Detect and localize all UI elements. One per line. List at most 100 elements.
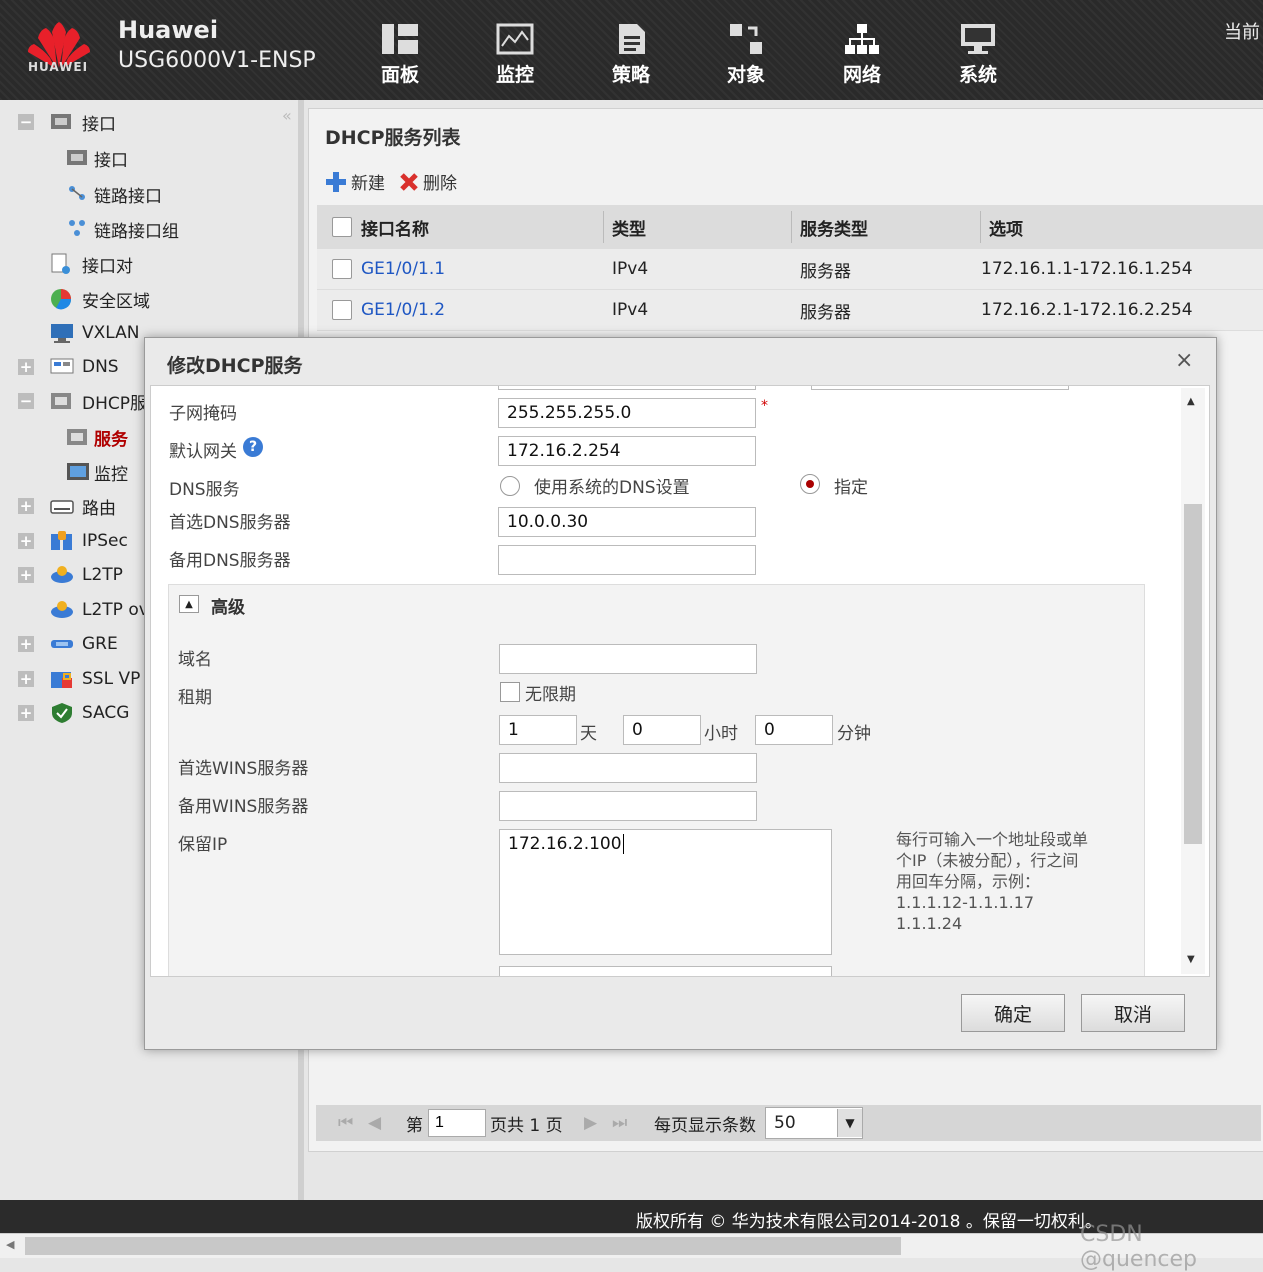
collapse-advanced-icon[interactable]: ▲	[179, 595, 199, 613]
required-mark: *	[761, 398, 768, 414]
dns-system-radio[interactable]	[500, 476, 520, 496]
tree-item-dhcp[interactable]: − DHCP服	[18, 387, 147, 415]
prev-field-input[interactable]	[811, 386, 1069, 390]
panel-title: DHCP服务列表	[325, 127, 461, 149]
horizontal-scrollbar-thumb[interactable]	[25, 1237, 901, 1255]
page-prefix: 第	[406, 1115, 423, 1136]
tree-item-vxlan[interactable]: VXLAN	[50, 319, 139, 347]
system-icon	[961, 24, 995, 54]
chevron-down-icon[interactable]: ▼	[837, 1109, 862, 1137]
expand-icon[interactable]: +	[18, 359, 34, 375]
gre-icon	[50, 633, 74, 655]
tree-item-ssl-vpn[interactable]: + SSL VP	[18, 665, 140, 693]
row-checkbox[interactable]	[332, 300, 352, 320]
scroll-up-icon[interactable]: ▲	[1187, 396, 1195, 407]
nav-network[interactable]: 网络	[827, 22, 897, 87]
scrollbar-thumb[interactable]	[1184, 504, 1202, 844]
interface-name-link[interactable]: GE1/0/1.1	[361, 249, 445, 289]
subnet-mask-input[interactable]: 255.255.255.0	[498, 398, 756, 428]
tree-item-interface-pair[interactable]: 接口对	[50, 250, 133, 278]
unlimited-checkbox[interactable]	[500, 682, 520, 702]
scroll-down-icon[interactable]: ▼	[1187, 954, 1195, 965]
new-button[interactable]: 新建	[325, 169, 385, 194]
reserved-ip-textarea[interactable]: 172.16.2.100	[499, 829, 832, 955]
tree-item-ipsec[interactable]: + IPSec	[18, 527, 128, 555]
per-page-value: 50	[774, 1113, 796, 1133]
ssl-vpn-icon	[50, 668, 74, 690]
tree-item-label: 监控	[94, 464, 128, 485]
tree-item-gre[interactable]: + GRE	[18, 630, 118, 658]
column-header[interactable]: 类型	[612, 205, 646, 249]
tree-item-interface-group[interactable]: − 接口	[18, 108, 116, 136]
default-gateway-input[interactable]: 172.16.2.254	[498, 436, 756, 466]
tree-item-interface[interactable]: 接口	[66, 144, 128, 172]
tree-item-dhcp-service[interactable]: 服务	[66, 423, 128, 451]
tree-item-dns[interactable]: + DNS	[18, 353, 119, 381]
ok-button[interactable]: 确定	[961, 994, 1065, 1032]
first-page-icon[interactable]: ⏮	[338, 1105, 353, 1141]
help-icon[interactable]: ?	[243, 437, 263, 457]
lease-hours-input[interactable]: 0	[623, 715, 701, 745]
days-unit: 天	[580, 724, 597, 744]
next-page-icon[interactable]: ▶	[584, 1105, 597, 1141]
collapse-sidebar-icon[interactable]: «	[282, 106, 292, 125]
tree-item-l2tp[interactable]: + L2TP	[18, 561, 123, 589]
interface-name-link[interactable]: GE1/0/1.2	[361, 290, 445, 330]
service-type-cell: 服务器	[800, 261, 851, 282]
nav-object[interactable]: 对象	[711, 22, 781, 87]
delete-button[interactable]: 删除	[399, 169, 457, 194]
expand-icon[interactable]: +	[18, 567, 34, 583]
next-field-textarea[interactable]	[499, 966, 832, 976]
tree-item-label: 路由	[82, 498, 116, 519]
column-header[interactable]: 接口名称	[361, 205, 429, 249]
tree-item-route[interactable]: + 路由	[18, 492, 116, 520]
dns-specify-radio[interactable]	[800, 474, 820, 494]
tree-item-link-interface[interactable]: 链路接口	[66, 180, 162, 208]
column-header[interactable]: 服务类型	[800, 205, 868, 249]
service-type-cell: 服务器	[800, 302, 851, 323]
per-page-select[interactable]: 50 ▼	[765, 1105, 863, 1141]
scroll-left-icon[interactable]: ◀	[6, 1238, 14, 1251]
lease-minutes-input[interactable]: 0	[755, 715, 833, 745]
table-row[interactable]: GE1/0/1.2 IPv4 服务器 172.16.2.1-172.16.2.2…	[317, 290, 1263, 331]
nav-policy[interactable]: 策略	[596, 22, 666, 87]
secondary-dns-label: 备用DNS服务器	[169, 551, 291, 571]
primary-dns-input[interactable]: 10.0.0.30	[498, 507, 756, 537]
tree-item-link-interface-group[interactable]: 链路接口组	[66, 215, 179, 243]
lease-days-input[interactable]: 1	[499, 715, 577, 745]
expand-icon[interactable]: +	[18, 705, 34, 721]
ipsec-icon	[50, 530, 74, 552]
expand-icon[interactable]: +	[18, 671, 34, 687]
secondary-wins-input[interactable]	[499, 791, 757, 821]
tree-item-sacg[interactable]: + SACG	[18, 699, 129, 727]
domain-input[interactable]	[499, 644, 757, 674]
expand-icon[interactable]: +	[18, 533, 34, 549]
footer-bar: 版权所有 © 华为技术有限公司2014-2018 。保留一切权利。	[0, 1200, 1263, 1233]
nav-system[interactable]: 系统	[943, 22, 1013, 87]
dialog-scrollbar[interactable]: ▲ ▼	[1181, 388, 1205, 974]
nav-dashboard[interactable]: 面板	[365, 22, 435, 87]
tree-item-dhcp-monitor[interactable]: 监控	[66, 458, 128, 486]
tree-item-l2tp-over[interactable]: L2TP ov	[50, 596, 149, 624]
secondary-dns-input[interactable]	[498, 545, 756, 575]
hint-line: 1.1.1.24	[896, 914, 963, 933]
nav-monitor[interactable]: 监控	[480, 22, 550, 87]
expand-icon[interactable]: +	[18, 498, 34, 514]
prev-page-icon[interactable]: ◀	[368, 1105, 381, 1141]
primary-wins-input[interactable]	[499, 753, 757, 783]
close-icon[interactable]: ×	[1175, 348, 1193, 373]
tree-item-label: L2TP ov	[82, 600, 149, 620]
select-all-checkbox[interactable]	[332, 217, 352, 237]
collapse-icon[interactable]: −	[18, 114, 34, 130]
page-number-input[interactable]	[428, 1109, 486, 1137]
last-page-icon[interactable]: ⏭	[612, 1105, 627, 1141]
row-checkbox[interactable]	[332, 259, 352, 279]
column-header[interactable]: 选项	[989, 205, 1023, 249]
collapse-icon[interactable]: −	[18, 393, 34, 409]
cancel-button[interactable]: 取消	[1081, 994, 1185, 1032]
prev-field-input[interactable]	[498, 386, 756, 390]
horizontal-scrollbar[interactable]: ◀	[0, 1233, 1263, 1258]
table-row[interactable]: GE1/0/1.1 IPv4 服务器 172.16.1.1-172.16.1.2…	[317, 249, 1263, 290]
expand-icon[interactable]: +	[18, 636, 34, 652]
tree-item-security-zone[interactable]: 安全区域	[50, 285, 150, 313]
